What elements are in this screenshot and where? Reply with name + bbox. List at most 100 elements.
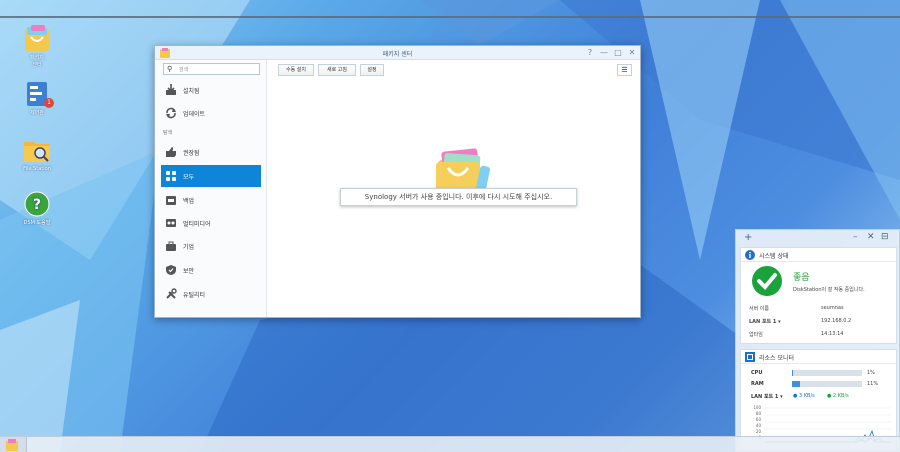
- status-message: DiskStation이 잘 작동 중입니다.: [793, 287, 865, 293]
- thumbs-up-icon: [166, 147, 176, 157]
- package-list-area: 수동 설치 새로 고침 설정 ☰ Synology 서버가 사용 중입니다. 이…: [268, 60, 640, 317]
- window-title: 패키지 센터: [382, 51, 413, 58]
- desktop-icon-label: 패키지 센터: [30, 55, 44, 68]
- cpu-usage-fill: [792, 370, 793, 376]
- sidebar-item-backup[interactable]: 백업: [161, 189, 261, 211]
- download-icon: ●: [827, 393, 832, 399]
- svg-text:?: ?: [33, 197, 41, 213]
- server-name-value: seumnas: [821, 305, 844, 311]
- ram-label: RAM: [751, 381, 764, 387]
- grid-icon: [166, 171, 176, 181]
- sidebar-item-recommended[interactable]: 권장됨: [161, 141, 261, 163]
- settings-button[interactable]: 설정: [360, 64, 384, 76]
- help-button[interactable]: ?: [584, 47, 596, 59]
- sidebar-item-label: 유틸리티: [183, 292, 206, 299]
- widget-layout-icon[interactable]: ⊟: [881, 232, 889, 242]
- desktop-icon-control-panel[interactable]: 1 제어판: [12, 80, 62, 117]
- briefcase-icon: [166, 241, 176, 251]
- widget-panel: + – ✕ ⊟ 시스템 상태 좋음 DiskStation이 잘 작동 중입니다…: [735, 229, 900, 452]
- refresh-icon: [166, 107, 176, 119]
- server-name-label: 서버 이름: [749, 306, 769, 312]
- add-widget-icon[interactable]: +: [744, 232, 752, 243]
- download-rate: 2 KB/s: [833, 393, 849, 399]
- widget-title: 시스템 상태: [759, 253, 789, 260]
- list-view-icon: ☰: [621, 66, 628, 74]
- sidebar: ⚲ 검색 설치됨 업데이트 탐색 권장됨 모두 백업 멀티미디어 기업 보안 유…: [155, 60, 267, 317]
- cpu-percentage: 1%: [867, 370, 875, 376]
- close-button[interactable]: ✕: [626, 47, 638, 59]
- sidebar-item-update[interactable]: 업데이트: [161, 102, 261, 124]
- sidebar-item-label: 보안: [183, 268, 195, 275]
- sidebar-section-header: 탐색: [163, 130, 173, 136]
- status-text: 좋음: [793, 273, 810, 283]
- desktop-icon-file-station[interactable]: File Station: [12, 136, 62, 173]
- package-center-window: 패키지 센터 ? — □ ✕ ⚲ 검색 설치됨 업데이트 탐색 권장됨 모두 백…: [154, 45, 641, 318]
- cpu-usage-bar: [792, 370, 862, 376]
- file-station-icon: [22, 136, 52, 164]
- sidebar-item-all[interactable]: 모두: [161, 165, 261, 187]
- notification-badge: 1: [44, 98, 54, 108]
- sidebar-item-label: 설치됨: [183, 88, 200, 95]
- cpu-label: CPU: [751, 370, 763, 376]
- lan-port-selector[interactable]: LAN 포트 1 ▾: [751, 393, 783, 400]
- ram-usage-fill: [792, 381, 800, 387]
- widget-title: 리소스 모니터: [759, 355, 795, 362]
- installed-icon: [166, 84, 176, 95]
- upload-rate: 3 KB/s: [799, 393, 815, 399]
- minimize-widget-icon[interactable]: –: [853, 232, 858, 242]
- uptime-value: 14:13:14: [821, 331, 844, 337]
- widget-header: 리소스 모니터: [741, 350, 896, 364]
- desktop-icon-label: DSM 도움말: [23, 220, 51, 226]
- taskbar-package-center[interactable]: [0, 437, 27, 452]
- sidebar-item-utilities[interactable]: 유틸리티: [161, 283, 261, 305]
- pin-icon[interactable]: ✕: [867, 232, 875, 242]
- shield-icon: [166, 265, 176, 275]
- maximize-button[interactable]: □: [612, 47, 624, 59]
- window-titlebar[interactable]: 패키지 센터 ? — □ ✕: [155, 46, 640, 60]
- manual-install-button[interactable]: 수동 설치: [278, 64, 314, 76]
- help-icon: ?: [22, 190, 52, 218]
- taskbar: [0, 436, 900, 452]
- desktop: 패키지 센터 1 제어판 File Station ? DSM 도움말 패키지 …: [0, 0, 900, 452]
- desktop-icon-package-center[interactable]: 패키지 센터: [12, 25, 62, 69]
- desktop-icon-label: 제어판: [30, 110, 44, 116]
- sidebar-item-business[interactable]: 기업: [161, 235, 261, 257]
- minimize-button[interactable]: —: [598, 47, 610, 59]
- desktop-icon-label: File Station: [23, 166, 51, 172]
- widget-header: 시스템 상태: [741, 248, 896, 262]
- ip-address-value: 192.168.0.2: [821, 318, 852, 324]
- backup-icon: [166, 196, 176, 205]
- menu-bar-line: [0, 16, 900, 18]
- refresh-button[interactable]: 새로 고침: [318, 64, 356, 76]
- resource-monitor-widget: 리소스 모니터 CPU 1% RAM 11% LAN 포트 1 ▾ ● 3 KB…: [740, 349, 897, 450]
- sidebar-item-label: 업데이트: [183, 111, 206, 118]
- check-circle-icon: [752, 266, 782, 296]
- monitor-icon: [745, 352, 755, 362]
- lan-port-selector[interactable]: LAN 포트 1 ▾: [749, 318, 781, 325]
- package-center-icon: [6, 439, 18, 451]
- sidebar-item-label: 기업: [183, 244, 195, 251]
- film-icon: [166, 219, 176, 227]
- view-toggle-button[interactable]: ☰: [617, 64, 632, 76]
- search-icon: ⚲: [167, 65, 173, 73]
- sidebar-item-label: 모두: [183, 174, 195, 181]
- info-icon: [745, 250, 755, 260]
- package-center-icon: [22, 25, 52, 53]
- search-placeholder: 검색: [179, 67, 189, 73]
- sidebar-item-security[interactable]: 보안: [161, 259, 261, 281]
- ram-percentage: 11%: [867, 381, 879, 387]
- upload-icon: ●: [793, 393, 798, 399]
- server-busy-message: Synology 서버가 사용 중입니다. 이후에 다시 시도해 주십시오.: [340, 188, 577, 206]
- sidebar-item-label: 멀티미디어: [183, 221, 211, 228]
- ram-usage-bar: [792, 381, 862, 387]
- system-status-widget: 시스템 상태 좋음 DiskStation이 잘 작동 중입니다. 서버 이름 …: [740, 247, 897, 344]
- sidebar-item-label: 권장됨: [183, 150, 200, 157]
- control-panel-icon: 1: [22, 80, 54, 108]
- tools-icon: [166, 288, 177, 299]
- sidebar-item-installed[interactable]: 설치됨: [161, 79, 261, 101]
- search-input[interactable]: ⚲ 검색: [163, 63, 260, 75]
- sidebar-item-multimedia[interactable]: 멀티미디어: [161, 212, 261, 234]
- desktop-icon-dsm-help[interactable]: ? DSM 도움말: [12, 190, 62, 227]
- sidebar-item-label: 백업: [183, 198, 195, 205]
- widget-panel-toolbar: + – ✕ ⊟: [736, 230, 899, 247]
